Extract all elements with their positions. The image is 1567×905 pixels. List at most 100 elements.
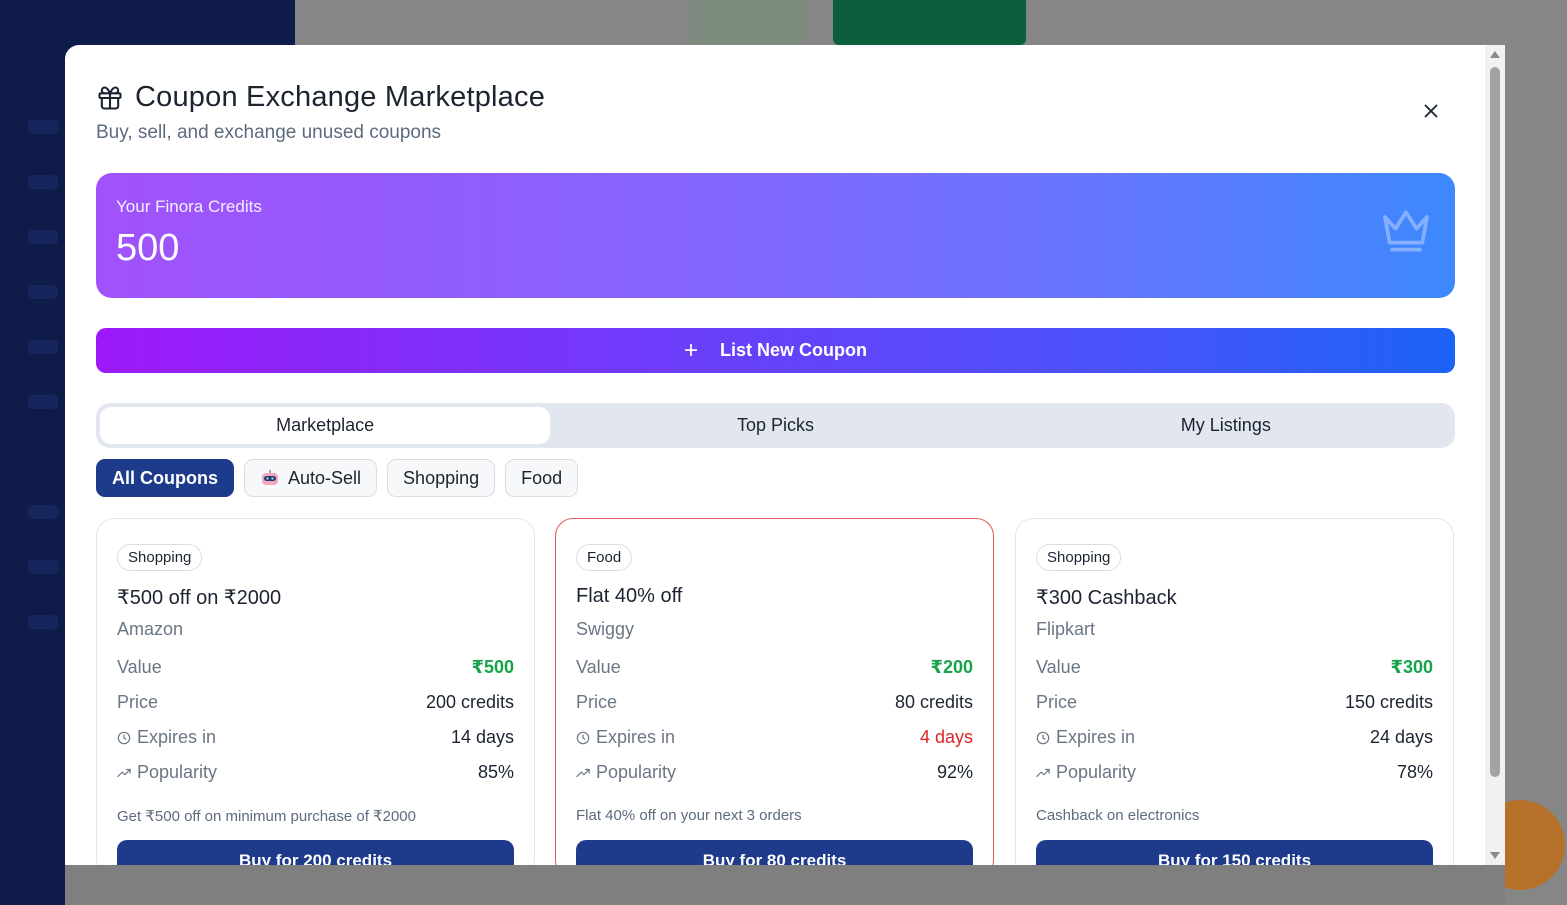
coupon-exchange-modal: Coupon Exchange Marketplace Buy, sell, a…	[65, 45, 1485, 865]
filter-auto-sell-label: Auto-Sell	[288, 467, 362, 488]
buy-button[interactable]: Buy for 80 credits	[576, 840, 973, 865]
expires-label: Expires in	[137, 727, 217, 747]
value-row: Value ₹500	[117, 657, 514, 678]
background-sidebar-item	[28, 560, 58, 574]
buy-button[interactable]: Buy for 200 credits	[117, 840, 514, 865]
price-row: Price 80 credits	[576, 692, 973, 713]
coupon-description: Cashback on electronics	[1036, 807, 1200, 824]
clock-icon	[576, 731, 590, 744]
popularity-row: Popularity 85%	[117, 762, 514, 783]
popularity-label-group: Popularity	[1036, 762, 1136, 783]
list-new-coupon-button[interactable]: + List New Coupon	[96, 328, 1455, 373]
tab-top-picks[interactable]: Top Picks	[550, 407, 1000, 444]
scrollbar-thumb[interactable]	[1490, 67, 1500, 777]
scroll-down-arrow-icon[interactable]	[1490, 852, 1500, 859]
coupon-card: Shopping ₹300 Cashback Flipkart Value ₹3…	[1015, 518, 1454, 865]
background-sidebar-item	[28, 230, 58, 244]
popularity-label: Popularity	[1056, 762, 1137, 782]
popularity-row: Popularity 92%	[576, 762, 973, 783]
credits-card: Your Finora Credits 500	[96, 173, 1455, 298]
value-label: Value	[576, 657, 621, 677]
coupon-price: 200 credits	[425, 692, 514, 712]
gift-icon	[98, 85, 122, 110]
list-new-coupon-label: List New Coupon	[720, 340, 867, 360]
coupon-expires: 14 days	[450, 727, 514, 747]
filter-auto-sell[interactable]: Auto-Sell	[244, 459, 378, 497]
modal-scrollbar[interactable]	[1485, 45, 1505, 865]
clock-icon	[117, 731, 131, 744]
category-badge: Shopping	[117, 544, 203, 571]
price-row: Price 150 credits	[1036, 692, 1433, 713]
category-badge: Food	[576, 544, 633, 571]
expires-label-group: Expires in	[576, 727, 675, 748]
filter-shopping[interactable]: Shopping	[387, 459, 496, 497]
background-sidebar-item	[28, 395, 58, 409]
credits-amount: 500	[116, 227, 180, 269]
price-label: Price	[576, 692, 618, 712]
price-row: Price 200 credits	[117, 692, 514, 713]
filter-food[interactable]: Food	[505, 459, 579, 497]
robot-icon	[262, 470, 278, 485]
background-sidebar-item	[28, 175, 58, 189]
coupon-title: Flat 40% off	[576, 585, 683, 607]
expires-label-group: Expires in	[117, 727, 216, 748]
trending-up-icon	[117, 768, 131, 777]
trending-up-icon	[576, 768, 590, 777]
expires-row: Expires in 14 days	[117, 727, 514, 748]
coupon-popularity: 92%	[936, 762, 973, 782]
background-sidebar-item	[28, 285, 58, 299]
credits-label: Your Finora Credits	[116, 197, 262, 216]
plus-icon: +	[683, 336, 698, 364]
expires-label: Expires in	[596, 727, 676, 747]
background-sidebar-item	[28, 120, 58, 134]
coupon-description: Get ₹500 off on minimum purchase of ₹200…	[117, 808, 416, 825]
coupon-value: ₹500	[471, 657, 514, 677]
clock-icon	[1036, 731, 1050, 744]
coupon-popularity: 78%	[1396, 762, 1433, 782]
coupon-expires: 24 days	[1369, 727, 1433, 747]
tab-marketplace[interactable]: Marketplace	[100, 407, 551, 444]
background-sidebar-item	[28, 340, 58, 354]
coupon-popularity: 85%	[477, 762, 514, 782]
marketplace-tabs: Marketplace Top Picks My Listings	[96, 403, 1455, 448]
value-label: Value	[1036, 657, 1081, 677]
coupon-expires: 4 days	[919, 727, 973, 747]
crown-icon	[1383, 210, 1429, 252]
modal-subtitle: Buy, sell, and exchange unused coupons	[96, 122, 442, 143]
value-label: Value	[117, 657, 162, 677]
buy-button[interactable]: Buy for 150 credits	[1036, 840, 1433, 865]
coupon-brand: Amazon	[117, 619, 184, 639]
background-sidebar-item	[28, 505, 58, 519]
background-footer	[65, 865, 1505, 905]
coupon-card: Shopping ₹500 off on ₹2000 Amazon Value …	[96, 518, 535, 865]
close-icon[interactable]	[1420, 100, 1442, 122]
modal-title: Coupon Exchange Marketplace	[135, 81, 546, 113]
background-tab	[833, 0, 1026, 45]
coupon-brand: Flipkart	[1036, 619, 1096, 639]
modal-header: Coupon Exchange Marketplace	[96, 81, 545, 114]
coupon-title: ₹500 off on ₹2000	[117, 587, 282, 609]
popularity-label-group: Popularity	[117, 762, 217, 783]
coupon-value: ₹300	[1390, 657, 1433, 677]
expires-label-group: Expires in	[1036, 727, 1135, 748]
popularity-row: Popularity 78%	[1036, 762, 1433, 783]
coupon-card: Food Flat 40% off Swiggy Value ₹200 Pric…	[555, 518, 994, 865]
expires-label: Expires in	[1056, 727, 1136, 747]
scroll-up-arrow-icon[interactable]	[1490, 51, 1500, 58]
value-row: Value ₹300	[1036, 657, 1433, 678]
coupon-price: 150 credits	[1344, 692, 1433, 712]
background-tab	[690, 0, 805, 45]
filter-all-coupons[interactable]: All Coupons	[96, 459, 234, 497]
expires-row: Expires in 4 days	[576, 727, 973, 748]
coupon-price: 80 credits	[894, 692, 973, 712]
coupon-description: Flat 40% off on your next 3 orders	[576, 807, 802, 824]
coupon-brand: Swiggy	[576, 619, 635, 639]
trending-up-icon	[1036, 768, 1050, 777]
filter-chips: All Coupons Auto-Sell Shopping Food	[96, 459, 579, 497]
expires-row: Expires in 24 days	[1036, 727, 1433, 748]
popularity-label-group: Popularity	[576, 762, 676, 783]
popularity-label: Popularity	[596, 762, 677, 782]
price-label: Price	[117, 692, 159, 712]
tab-my-listings[interactable]: My Listings	[1001, 407, 1451, 444]
coupon-title: ₹300 Cashback	[1036, 587, 1177, 609]
